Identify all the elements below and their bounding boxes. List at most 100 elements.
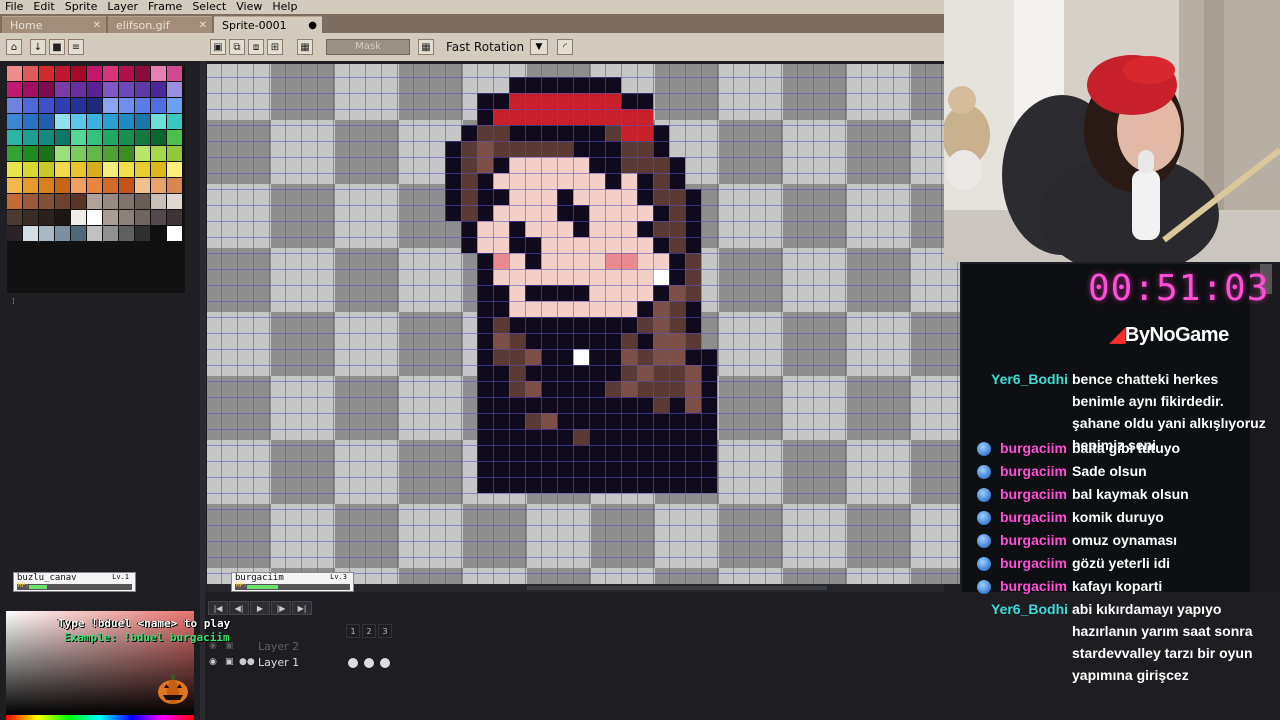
palette-swatch[interactable] xyxy=(71,130,87,146)
palette-swatch[interactable] xyxy=(7,130,23,146)
palette-swatch[interactable] xyxy=(103,82,119,98)
palette-swatch[interactable] xyxy=(87,98,103,114)
palette-swatch[interactable] xyxy=(71,114,87,130)
last-frame-icon[interactable]: ▶| xyxy=(292,601,312,615)
palette-swatch[interactable] xyxy=(151,98,167,114)
save-icon[interactable]: ■ xyxy=(49,39,65,55)
palette-swatch[interactable] xyxy=(55,66,71,82)
palette-swatch[interactable] xyxy=(151,114,167,130)
palette-swatch[interactable] xyxy=(103,114,119,130)
palette-swatch[interactable] xyxy=(55,114,71,130)
palette-swatch[interactable] xyxy=(151,226,167,242)
palette-swatch[interactable] xyxy=(39,210,55,226)
palette-swatch[interactable] xyxy=(71,98,87,114)
play-icon[interactable]: ▶ xyxy=(250,601,270,615)
palette-swatch[interactable] xyxy=(87,114,103,130)
next-frame-icon[interactable]: |▶ xyxy=(271,601,291,615)
palette-swatch[interactable] xyxy=(23,114,39,130)
palette-swatch[interactable] xyxy=(87,178,103,194)
palette-swatch[interactable] xyxy=(135,226,151,242)
palette-swatch[interactable] xyxy=(23,130,39,146)
menu-help[interactable]: Help xyxy=(267,0,302,14)
palette-swatch[interactable] xyxy=(135,178,151,194)
palette-swatch[interactable] xyxy=(39,130,55,146)
palette-swatch[interactable] xyxy=(23,226,39,242)
chat-username[interactable]: burgaciim xyxy=(1000,575,1067,597)
chat-username[interactable]: Yer6_Bodhi xyxy=(991,368,1068,390)
palette-swatch[interactable] xyxy=(71,194,87,210)
palette-swatch[interactable] xyxy=(7,178,23,194)
palette-swatch[interactable] xyxy=(135,98,151,114)
palette-swatch[interactable] xyxy=(119,226,135,242)
palette-swatch[interactable] xyxy=(55,194,71,210)
palette-swatch[interactable] xyxy=(55,82,71,98)
palette-swatch[interactable] xyxy=(151,194,167,210)
sprite-canvas[interactable] xyxy=(207,64,960,584)
palette-swatch[interactable] xyxy=(135,66,151,82)
menu-layer[interactable]: Layer xyxy=(102,0,143,14)
menu-file[interactable]: File xyxy=(0,0,28,14)
palette-swatch[interactable] xyxy=(87,194,103,210)
palette-swatch[interactable] xyxy=(71,210,87,226)
palette-swatch[interactable] xyxy=(39,162,55,178)
palette-swatch[interactable] xyxy=(87,146,103,162)
palette-swatch[interactable] xyxy=(39,82,55,98)
palette-swatch[interactable] xyxy=(7,162,23,178)
palette-swatch[interactable] xyxy=(7,210,23,226)
palette-swatch[interactable] xyxy=(87,162,103,178)
tab-sprite[interactable]: Sprite-0001 ● xyxy=(214,16,322,33)
palette-swatch[interactable] xyxy=(39,146,55,162)
palette-swatch[interactable] xyxy=(119,146,135,162)
palette-resize-handle[interactable]: ⁞ xyxy=(12,297,15,307)
palette-swatch[interactable] xyxy=(87,130,103,146)
first-frame-icon[interactable]: |◀ xyxy=(208,601,228,615)
palette-swatch[interactable] xyxy=(23,146,39,162)
palette-swatch[interactable] xyxy=(167,130,183,146)
scrollbar-thumb[interactable] xyxy=(527,586,827,590)
palette-swatch[interactable] xyxy=(39,98,55,114)
palette-swatch[interactable] xyxy=(7,98,23,114)
palette-swatch[interactable] xyxy=(167,178,183,194)
close-icon[interactable]: ✕ xyxy=(199,20,207,31)
palette-swatch[interactable] xyxy=(71,146,87,162)
palette-swatch[interactable] xyxy=(23,178,39,194)
palette-swatch[interactable] xyxy=(135,162,151,178)
palette-swatch[interactable] xyxy=(103,130,119,146)
palette-swatch[interactable] xyxy=(71,162,87,178)
chat-username[interactable]: burgaciim xyxy=(1000,552,1067,574)
palette-swatch[interactable] xyxy=(151,210,167,226)
palette-swatch[interactable] xyxy=(167,98,183,114)
palette-swatch[interactable] xyxy=(55,210,71,226)
menu-edit[interactable]: Edit xyxy=(28,0,59,14)
palette-swatch[interactable] xyxy=(103,210,119,226)
palette-swatch[interactable] xyxy=(87,82,103,98)
palette-swatch[interactable] xyxy=(71,66,87,82)
selection-intersect-icon[interactable]: ⊞ xyxy=(267,39,283,55)
palette-swatch[interactable] xyxy=(39,226,55,242)
palette-swatch[interactable] xyxy=(103,178,119,194)
selection-subtract-icon[interactable]: ⧈ xyxy=(248,39,264,55)
cel-frame-3[interactable] xyxy=(380,658,390,668)
palette-swatch[interactable] xyxy=(39,114,55,130)
palette-swatch[interactable] xyxy=(135,146,151,162)
palette-swatch[interactable] xyxy=(7,114,23,130)
palette-swatch[interactable] xyxy=(87,66,103,82)
menu-select[interactable]: Select xyxy=(187,0,231,14)
palette-swatch[interactable] xyxy=(23,162,39,178)
palette-swatch[interactable] xyxy=(7,194,23,210)
prev-frame-icon[interactable]: ◀| xyxy=(229,601,249,615)
selection-add-icon[interactable]: ⧉ xyxy=(229,39,245,55)
palette-swatch[interactable] xyxy=(151,178,167,194)
layer-row-1[interactable]: ◉ ▣ ●● Layer 1 xyxy=(205,655,405,670)
chat-username[interactable]: burgaciim xyxy=(1000,529,1067,551)
palette-swatch[interactable] xyxy=(103,162,119,178)
palette-swatch[interactable] xyxy=(71,178,87,194)
unsaved-dot-icon[interactable]: ● xyxy=(308,20,317,31)
palette-swatch[interactable] xyxy=(135,194,151,210)
palette-swatch[interactable] xyxy=(119,82,135,98)
palette-swatch[interactable] xyxy=(103,66,119,82)
palette-swatch[interactable] xyxy=(151,66,167,82)
tab-home[interactable]: Home ✕ xyxy=(2,16,106,33)
palette-swatch[interactable] xyxy=(135,210,151,226)
palette-swatch[interactable] xyxy=(119,66,135,82)
